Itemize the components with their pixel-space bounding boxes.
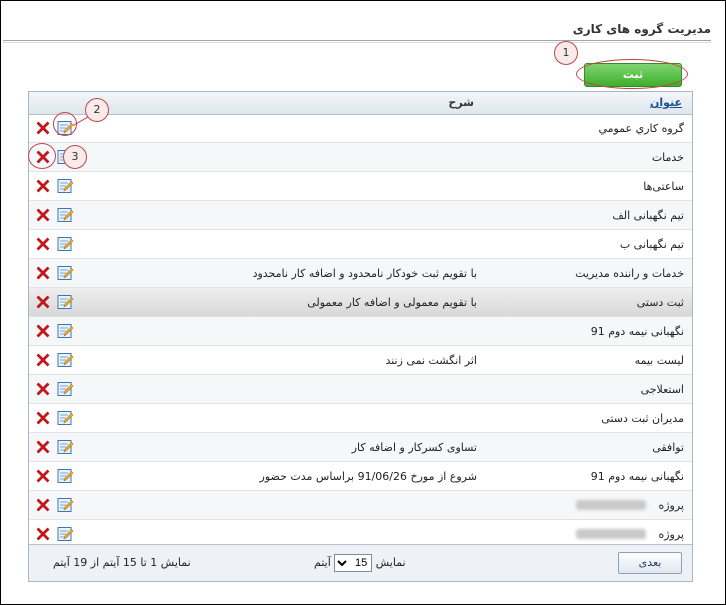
row-title: ثبت دستی [636,296,684,309]
work-groups-table: عنوان شرح گروه كاري عمومي خدمات ساعتی‌ها تی… [28,91,693,582]
table-row[interactable]: تیم نگهبانی ب [29,230,692,259]
table-row[interactable]: تیم نگهبانی الف [29,201,692,230]
edit-pencil-icon[interactable] [57,381,74,397]
row-title: استعلاجی [640,383,684,396]
delete-x-icon[interactable] [35,323,51,339]
callout-badge-3: 3 [63,145,87,169]
edit-pencil-icon[interactable] [57,526,74,542]
table-header: عنوان شرح [29,92,692,115]
row-title: تیم نگهبانی ب [619,238,684,251]
row-description: اثر انگشت نمی زنند [385,354,477,367]
delete-x-icon[interactable] [35,178,51,194]
edit-pencil-icon[interactable] [57,207,74,223]
title-divider [3,40,711,41]
row-title: گروه كاري عمومي [598,122,684,135]
edit-pencil-icon[interactable] [57,265,74,281]
edit-pencil-icon[interactable] [57,294,74,310]
row-title: خدمات [651,151,684,164]
page-size-control: نمایش 15 آیتم [314,554,406,572]
column-header-description: شرح [448,96,474,109]
row-title: پروژه [658,528,684,541]
row-title: خدمات و راننده مدیریت [575,267,684,280]
row-title: تیم نگهبانی الف [612,209,684,222]
edit-pencil-icon[interactable] [57,178,74,194]
row-title: لیست بیمه [634,354,684,367]
delete-x-icon[interactable] [35,381,51,397]
page-title: مدیریت گروه های کاری [572,22,711,36]
column-header-title[interactable]: عنوان [650,96,682,109]
row-description: با تقویم معمولی و اضافه کار معمولی [307,296,477,309]
page-size-select[interactable]: 15 [334,554,373,572]
row-title: مدیران ثبت دستی [601,412,684,425]
row-description: با تقویم ثبت خودکار نامحدود و اضافه کار … [252,267,477,280]
delete-x-icon[interactable] [35,294,51,310]
table-body: گروه كاري عمومي خدمات ساعتی‌ها تیم نگهبانی … [29,114,692,549]
callout-badge-2: 2 [85,98,109,122]
delete-x-icon[interactable] [35,468,51,484]
delete-x-icon[interactable] [35,439,51,455]
delete-x-icon[interactable] [35,236,51,252]
edit-pencil-icon[interactable] [57,323,74,339]
row-description: شروع از مورخ 91/06/26 براساس مدت حضور [259,470,477,483]
row-title: پروژه [658,499,684,512]
delete-x-icon[interactable] [35,352,51,368]
row-title: نگهبانی نیمه دوم 91 [590,325,684,338]
row-title: ساعتی‌ها [643,180,684,193]
table-row[interactable]: ثبت دستی با تقویم معمولی و اضافه کار معمو… [29,288,692,317]
next-page-button[interactable]: بعدی [618,552,682,574]
callout-badge-1: 1 [554,41,578,65]
redacted-text [576,500,646,510]
row-title: نگهبانی نیمه دوم 91 [590,470,684,483]
delete-x-icon[interactable] [35,497,51,513]
edit-pencil-icon[interactable] [57,236,74,252]
row-title: توافقی [652,441,684,454]
row-description: تساوی کسرکار و اضافه کار [351,441,477,454]
redacted-text [576,529,646,539]
pager-bar: بعدی نمایش 15 آیتم نمایش 1 تا 15 آیتم از… [29,544,692,581]
edit-pencil-icon[interactable] [57,497,74,513]
delete-x-icon[interactable] [35,410,51,426]
delete-x-icon[interactable] [35,265,51,281]
table-row[interactable]: گروه كاري عمومي [29,114,692,143]
table-row[interactable]: ساعتی‌ها [29,172,692,201]
title-divider-shadow [3,42,711,43]
callout-highlight-save [576,59,688,89]
table-row[interactable]: لیست بیمه اثر انگشت نمی زنند [29,346,692,375]
edit-pencil-icon[interactable] [57,410,74,426]
table-row[interactable]: نگهبانی نیمه دوم 91 [29,317,692,346]
table-row[interactable]: توافقی تساوی کسرکار و اضافه کار [29,433,692,462]
table-row[interactable]: خدمات و راننده مدیریت با تقویم ثبت خودکار… [29,259,692,288]
callout-highlight-edit [53,112,77,136]
show-label: نمایش [375,556,406,569]
window-frame: مدیریت گروه های کاری ثبت 1 عنوان شرح گرو… [0,0,726,605]
table-row[interactable]: استعلاجی [29,375,692,404]
edit-pencil-icon[interactable] [57,468,74,484]
edit-pencil-icon[interactable] [57,439,74,455]
table-row[interactable]: نگهبانی نیمه دوم 91 شروع از مورخ 91/06/26… [29,462,692,491]
items-label: آیتم [314,556,331,569]
table-row[interactable]: مدیران ثبت دستی [29,404,692,433]
callout-highlight-delete [28,143,56,169]
delete-x-icon[interactable] [35,120,51,136]
delete-x-icon[interactable] [35,526,51,542]
delete-x-icon[interactable] [35,207,51,223]
table-row[interactable]: خدمات [29,143,692,172]
page-info: نمایش 1 تا 15 آیتم از 19 آیتم [53,556,191,569]
table-row[interactable]: پروژه [29,491,692,520]
edit-pencil-icon[interactable] [57,352,74,368]
